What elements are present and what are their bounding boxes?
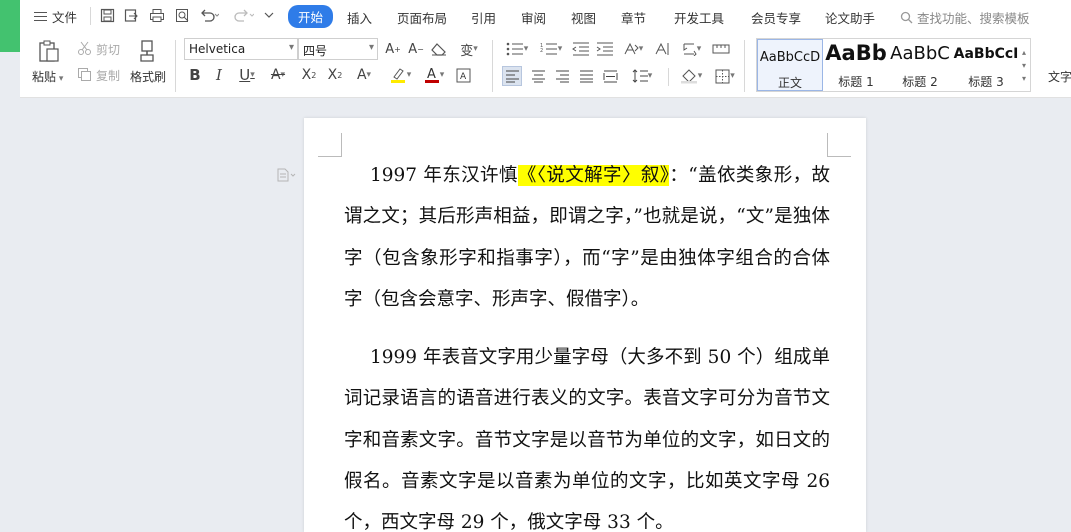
paste-icon[interactable] (36, 38, 62, 64)
numbered-list-icon[interactable]: 1 2 ▾ (536, 40, 566, 58)
shading-icon[interactable]: ▾ (676, 66, 706, 86)
paragraph-2[interactable]: 1999 年表音文字用少量字母（大多不到 50 个）组成单词记录语言的语音进行表… (344, 337, 830, 532)
search-box[interactable]: 查找功能、搜索模板 (900, 8, 1030, 27)
paragraph-2-text: 1999 年表音文字用少量字母（大多不到 50 个）组成单词记录语言的语音进行表… (344, 347, 830, 532)
format-painter-icon[interactable] (136, 38, 160, 64)
bold-icon[interactable]: B (186, 66, 204, 84)
styles-scroll-icon[interactable]: ▴ ▾ ▾ (1018, 41, 1030, 89)
print-preview-icon[interactable] (173, 6, 191, 24)
hamburger-icon (34, 11, 47, 22)
separator (175, 40, 176, 92)
separator (668, 68, 669, 86)
save-icon[interactable] (98, 6, 116, 24)
tab-page-layout[interactable]: 页面布局 (397, 8, 447, 27)
tab-insert[interactable]: 插入 (347, 8, 372, 27)
margin-corner-top-left (318, 133, 342, 157)
paragraph-1[interactable]: 1997 年东汉许慎《〈说文解字〉叙》：“盖依类象形，故谓之文；其后形声相益，即… (344, 155, 830, 320)
font-color-icon[interactable]: A ▾ (420, 66, 448, 84)
distribute-icon[interactable] (600, 66, 620, 86)
search-icon (900, 11, 913, 24)
tab-view[interactable]: 视图 (571, 8, 596, 27)
style-sample-heading-3: AaBbCcI (953, 46, 1019, 62)
text-direction-icon[interactable]: ▾ (620, 40, 646, 58)
paste-button[interactable]: 粘贴 ▾ (32, 68, 63, 85)
side-accent-strip (0, 0, 20, 52)
separator (90, 7, 91, 25)
font-name-select[interactable]: Helvetica (184, 38, 298, 60)
redo-icon[interactable] (233, 6, 255, 24)
styles-gallery: AaBbCcD 正文 AaBb 标题 1 AaBbC 标题 2 AaBbCcI … (756, 38, 1031, 92)
tab-home[interactable]: 开始 (288, 5, 334, 28)
chinese-layout-icon[interactable] (652, 40, 672, 58)
strikethrough-icon[interactable]: A ▾ (264, 66, 292, 84)
tab-references[interactable]: 引用 (471, 8, 496, 27)
bullet-list-icon[interactable]: ▾ (502, 40, 532, 58)
file-menu[interactable]: 文件 (34, 7, 77, 26)
show-marks-icon[interactable] (710, 40, 732, 58)
ribbon: 粘贴 ▾ 剪切 复制 格式刷 Helvetica 四号 A+ A− 变▾ B I… (20, 32, 1071, 98)
style-sample-heading-2: AaBbC (890, 43, 950, 64)
highlighted-title: 《〈说文解字〉叙》 (517, 165, 670, 186)
copy-label[interactable]: 复制 (96, 67, 120, 84)
style-name-heading-1: 标题 1 (838, 75, 874, 89)
separator (492, 40, 493, 92)
character-border-icon[interactable]: A (454, 66, 472, 84)
style-name-heading-2: 标题 2 (902, 75, 938, 89)
export-icon[interactable] (122, 6, 140, 24)
align-left-icon[interactable] (502, 66, 522, 86)
text-effect-icon[interactable]: A ▾ (350, 66, 378, 84)
style-sample-heading-1: AaBb (825, 41, 887, 65)
style-heading-2[interactable]: AaBbC 标题 2 (887, 39, 953, 91)
increase-indent-icon[interactable] (594, 40, 614, 58)
line-spacing-icon[interactable]: ▾ (628, 66, 656, 86)
svg-text:A: A (427, 67, 436, 82)
separator (744, 40, 745, 92)
style-name-normal: 正文 (777, 76, 802, 90)
clear-format-icon[interactable] (430, 40, 448, 58)
italic-icon[interactable]: I (210, 66, 228, 84)
copy-icon[interactable] (76, 66, 92, 82)
align-right-icon[interactable] (552, 66, 572, 86)
paste-label: 粘贴 (32, 70, 57, 84)
customize-toolbar-icon[interactable] (260, 6, 278, 24)
tab-membership[interactable]: 会员专享 (751, 8, 801, 27)
text-tool-label[interactable]: 文字 (1048, 68, 1071, 85)
subscript-icon[interactable]: X2 (324, 66, 346, 84)
print-icon[interactable] (148, 6, 166, 24)
format-painter-label[interactable]: 格式刷 (130, 68, 166, 85)
tab-review[interactable]: 审阅 (521, 8, 546, 27)
style-name-heading-3: 标题 3 (968, 75, 1004, 89)
style-normal[interactable]: AaBbCcD 正文 (757, 39, 823, 91)
align-center-icon[interactable] (528, 66, 548, 86)
justify-icon[interactable] (576, 66, 596, 86)
undo-icon[interactable] (198, 6, 220, 24)
cut-label[interactable]: 剪切 (96, 41, 120, 58)
font-size-select[interactable]: 四号 (298, 38, 378, 60)
tab-thesis-assistant[interactable]: 论文助手 (825, 8, 875, 27)
style-sample-normal: AaBbCcD (759, 50, 821, 65)
paragraph-1-rest: ：“盖依类象形，故谓之文；其后形声相益，即谓之字，”也就是说，“文”是独体字（包… (344, 165, 830, 310)
highlight-color-icon[interactable]: ▾ (386, 66, 414, 84)
search-placeholder: 查找功能、搜索模板 (917, 11, 1030, 26)
decrease-font-icon[interactable]: A − (407, 40, 425, 58)
paragraph-handle-icon[interactable] (276, 168, 296, 186)
sort-icon[interactable]: ▾ (678, 40, 704, 58)
borders-icon[interactable]: ▾ (710, 66, 740, 86)
decrease-indent-icon[interactable] (570, 40, 590, 58)
paragraph-1-start: 1997 年东汉许慎 (370, 165, 518, 186)
superscript-icon[interactable]: X2 (298, 66, 320, 84)
underline-icon[interactable]: U ▾ (234, 66, 260, 84)
tab-developer[interactable]: 开发工具 (674, 8, 724, 27)
style-heading-1[interactable]: AaBb 标题 1 (823, 39, 889, 91)
margin-corner-top-right (827, 133, 851, 157)
phonetic-guide-icon[interactable]: 变 ▾ (454, 40, 484, 59)
svg-text:2: 2 (540, 48, 543, 54)
svg-text:A: A (460, 72, 467, 82)
increase-font-icon[interactable]: A + (384, 40, 402, 58)
tab-chapter[interactable]: 章节 (621, 8, 646, 27)
style-heading-3[interactable]: AaBbCcI 标题 3 (953, 39, 1019, 91)
file-menu-label: 文件 (52, 10, 78, 25)
cut-icon[interactable] (76, 40, 92, 56)
